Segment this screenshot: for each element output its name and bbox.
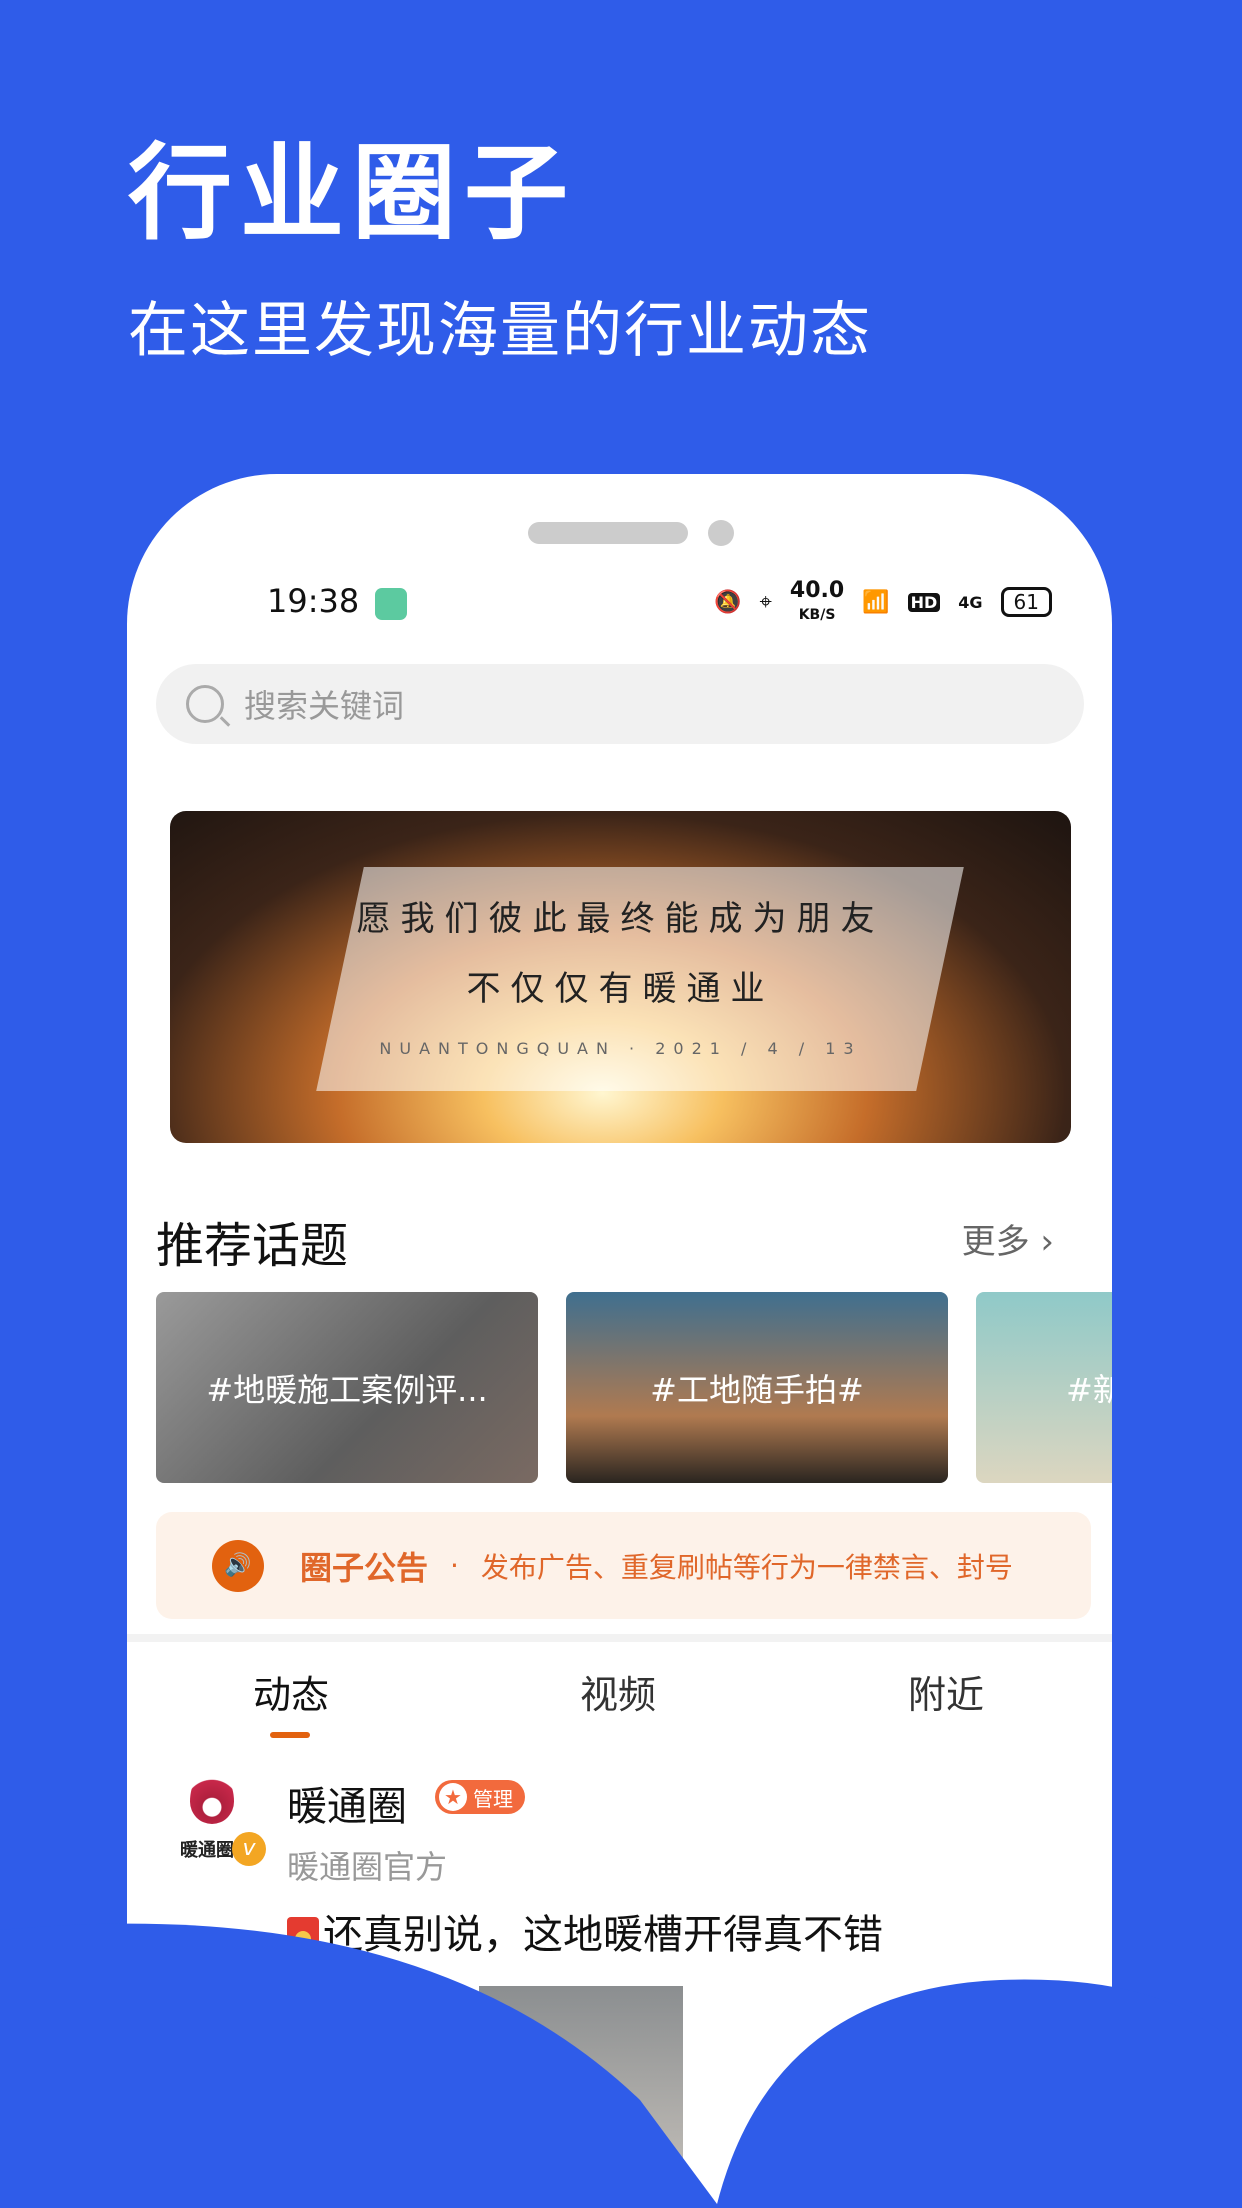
chevron-right-icon: › xyxy=(1029,1222,1054,1262)
page-subtitle: 在这里发现海量的行业动态 xyxy=(128,296,872,366)
notice-bar[interactable]: 🔊 圈子公告 · 发布广告、重复刷帖等行为一律禁言、封号 xyxy=(156,1512,1091,1619)
signal-icon: 4G xyxy=(958,592,983,612)
decorative-wave-left xyxy=(0,1923,720,2208)
topic-card[interactable]: #工地随手拍# xyxy=(566,1292,948,1483)
mute-icon: 🔕 xyxy=(714,589,742,615)
page-title: 行业圈子 xyxy=(128,132,577,254)
banner-line1: 愿我们彼此最终能成为朋友 xyxy=(356,899,885,939)
app-notification-icon xyxy=(375,588,407,620)
logo-flame-icon xyxy=(190,1768,234,1824)
tab-nearby[interactable]: 附近 xyxy=(908,1664,984,1719)
speaker-pill xyxy=(528,522,688,544)
admin-badge: ★ 管理 xyxy=(435,1780,525,1814)
more-link[interactable]: 更多 › xyxy=(962,1214,1054,1263)
banner-carousel[interactable]: 愿我们彼此最终能成为朋友 不仅仅有暖通业 NUANTONGQUAN · 2021… xyxy=(170,811,1071,1143)
status-icons: 🔕 ⌖ 40.0 KB/S 📶 HD 4G 61 xyxy=(714,580,1052,624)
notice-title: 圈子公告 xyxy=(300,1548,429,1587)
more-label: 更多 xyxy=(961,1222,1030,1262)
topic-label: #地暖施工案例评... xyxy=(206,1370,488,1409)
battery-icon: 61 xyxy=(1000,587,1052,617)
wifi-icon: 📶 xyxy=(862,589,890,615)
star-icon: ★ xyxy=(439,1783,467,1811)
search-input[interactable]: 搜索关键词 xyxy=(156,664,1084,744)
tab-dynamics[interactable]: 动态 xyxy=(253,1664,329,1719)
status-time: 19:38 xyxy=(267,582,360,620)
section-title: 推荐话题 xyxy=(156,1218,349,1274)
topic-label: #新 xyxy=(1066,1370,1112,1409)
topic-card[interactable]: #新 xyxy=(976,1292,1112,1483)
hd-icon: HD xyxy=(907,592,941,612)
badge-label: 管理 xyxy=(473,1786,513,1811)
post-author[interactable]: 暖通圈 xyxy=(287,1774,407,1832)
topic-card[interactable]: #地暖施工案例评... xyxy=(156,1292,538,1483)
search-icon xyxy=(186,685,224,723)
net-speed: 40.0 KB/S xyxy=(790,580,844,624)
decorative-wave-right xyxy=(716,1979,1242,2208)
avatar[interactable]: 暖通圈 v xyxy=(180,1768,266,1874)
active-tab-indicator xyxy=(270,1732,310,1738)
location-icon: ⌖ xyxy=(759,589,772,615)
decorative-waves xyxy=(0,1923,1242,2208)
camera-dot xyxy=(708,520,734,546)
search-placeholder: 搜索关键词 xyxy=(244,687,405,725)
post-author-subtitle: 暖通圈官方 xyxy=(287,1848,448,1886)
speed-value: 40.0 xyxy=(789,578,845,603)
speed-unit: KB/S xyxy=(798,607,836,623)
banner-line2: 不仅仅有暖通业 xyxy=(466,969,775,1009)
banner-caption: NUANTONGQUAN · 2021 / 4 / 13 xyxy=(379,1039,862,1058)
tab-video[interactable]: 视频 xyxy=(580,1664,656,1719)
speaker-icon: 🔊 xyxy=(212,1539,264,1592)
notice-text: 发布广告、重复刷帖等行为一律禁言、封号 xyxy=(480,1550,1013,1584)
topic-label: #工地随手拍# xyxy=(650,1370,864,1409)
verified-icon: v xyxy=(232,1832,266,1866)
bullet: · xyxy=(450,1549,459,1582)
avatar-logo-text: 暖通圈 xyxy=(180,1840,234,1861)
divider xyxy=(127,1634,1112,1642)
